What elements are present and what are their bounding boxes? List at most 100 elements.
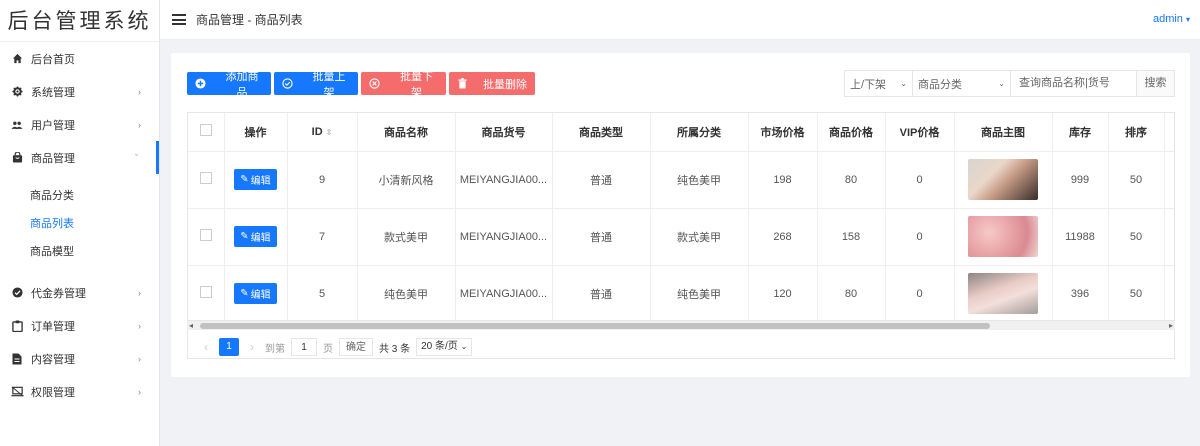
- cell-category: 款式美甲: [650, 208, 749, 266]
- submenu-item-category[interactable]: 商品分类: [0, 182, 159, 210]
- product-thumbnail[interactable]: [968, 159, 1038, 200]
- column-header: 商品主图: [954, 113, 1053, 152]
- cell-vip-price: 0: [885, 151, 955, 209]
- table-row: ✎ 编辑 7 款式美甲 MEIYANGJIA00... 普通 款式美甲 268 1…: [188, 208, 1174, 266]
- scroll-left-icon[interactable]: ◂: [189, 321, 193, 330]
- sidebar-item-orders[interactable]: 订单管理 ›: [0, 309, 159, 342]
- add-product-button[interactable]: 添加商品: [187, 71, 271, 99]
- edit-button[interactable]: ✎ 编辑: [234, 283, 277, 304]
- user-menu[interactable]: admin ▾: [1153, 13, 1190, 25]
- batch-delete-button[interactable]: 批量删除: [449, 72, 535, 95]
- cell-stock: 999: [1052, 151, 1109, 209]
- caret-down-icon: ▾: [1185, 15, 1190, 24]
- users-icon: [9, 117, 25, 133]
- laptop-off-icon: [9, 384, 25, 400]
- submenu-item-product-list[interactable]: 商品列表: [0, 210, 159, 238]
- chevron-right-icon: ›: [138, 320, 141, 331]
- select-all-cell: [188, 113, 225, 152]
- column-header-label: ID: [311, 125, 323, 138]
- edit-button[interactable]: ✎ 编辑: [234, 169, 277, 190]
- scroll-right-icon[interactable]: ▸: [1169, 321, 1173, 330]
- cell-id: 9: [287, 151, 358, 209]
- sidebar-item-system[interactable]: 系统管理 ›: [0, 75, 159, 108]
- batch-off-shelf-label: 批量下架: [400, 70, 433, 99]
- cell-image: [954, 151, 1053, 209]
- close-circle-icon: [361, 72, 387, 95]
- main-panel: 添加商品 批量上架 批量下架 批量删除 上/下架 ⌄ 商品分类 ⌄ 查询商品名称…: [171, 53, 1190, 377]
- product-thumbnail[interactable]: [968, 216, 1038, 257]
- sidebar-item-products[interactable]: 商品管理 ˇ: [0, 141, 159, 174]
- cell-sort: 50: [1108, 208, 1165, 266]
- search-button[interactable]: 搜索: [1137, 71, 1174, 96]
- column-header-extra: [1164, 113, 1174, 152]
- goto-confirm-button[interactable]: 确定: [339, 338, 373, 356]
- search-input[interactable]: 查询商品名称|货号: [1011, 71, 1137, 96]
- row-select-cell: [188, 265, 225, 323]
- goto-label: 到第: [265, 343, 285, 355]
- product-thumbnail[interactable]: [968, 273, 1038, 314]
- cell-name: 小清新风格: [357, 151, 456, 209]
- sidebar-item-label: 用户管理: [31, 119, 75, 132]
- sidebar-item-vouchers[interactable]: 代金券管理 ›: [0, 276, 159, 309]
- batch-on-shelf-button[interactable]: 批量上架: [274, 71, 358, 99]
- row-checkbox[interactable]: [199, 172, 212, 184]
- prev-page-icon[interactable]: ‹: [199, 340, 213, 354]
- category-select[interactable]: 商品分类 ⌄: [913, 71, 1011, 96]
- column-header: 所属分类: [650, 113, 749, 152]
- goto-page-input[interactable]: 1: [291, 338, 317, 356]
- chevron-right-icon: ›: [138, 86, 141, 97]
- column-header: 库存: [1052, 113, 1109, 152]
- sidebar-item-label: 商品管理: [31, 152, 75, 165]
- column-header: 市场价格: [748, 113, 818, 152]
- page-size-value: 20 条/页: [421, 341, 458, 352]
- row-actions-cell: ✎ 编辑: [224, 265, 288, 323]
- menu-toggle-icon[interactable]: [172, 14, 186, 25]
- sidebar-item-label: 订单管理: [31, 320, 75, 333]
- status-select[interactable]: 上/下架 ⌄: [845, 71, 913, 96]
- sidebar-item-content[interactable]: 内容管理 ›: [0, 342, 159, 375]
- sort-icon[interactable]: ⇳: [326, 128, 333, 137]
- column-header: 商品名称: [357, 113, 456, 152]
- row-actions-cell: ✎ 编辑: [224, 208, 288, 266]
- horizontal-scrollbar[interactable]: ◂ ▸: [187, 320, 1175, 330]
- sidebar-item-permissions[interactable]: 权限管理 ›: [0, 375, 159, 408]
- page-size-select[interactable]: 20 条/页 ⌄: [416, 338, 473, 356]
- sidebar-item-users[interactable]: 用户管理 ›: [0, 108, 159, 141]
- scrollbar-thumb[interactable]: [200, 323, 990, 329]
- row-checkbox[interactable]: [199, 229, 212, 241]
- cell-id: 5: [287, 265, 358, 323]
- chevron-right-icon: ›: [138, 119, 141, 130]
- table-row: ✎ 编辑 5 纯色美甲 MEIYANGJIA00... 普通 纯色美甲 120 8…: [188, 265, 1174, 323]
- cell-name: 纯色美甲: [357, 265, 456, 323]
- top-header: 商品管理 - 商品列表 admin ▾: [160, 0, 1200, 40]
- edit-button[interactable]: ✎ 编辑: [234, 226, 277, 247]
- next-page-icon[interactable]: ›: [245, 340, 259, 354]
- column-header: 操作: [224, 113, 288, 152]
- chevron-down-icon: ˇ: [135, 152, 138, 163]
- batch-on-shelf-label: 批量上架: [312, 70, 346, 99]
- edit-label: 编辑: [250, 290, 271, 301]
- sidebar-item-label: 内容管理: [31, 353, 75, 366]
- column-header: 商品类型: [552, 113, 651, 152]
- page-number-current[interactable]: 1: [219, 338, 239, 356]
- chevron-right-icon: ›: [138, 287, 141, 298]
- category-select-value: 商品分类: [918, 78, 962, 91]
- column-header-id[interactable]: ID ⇳: [287, 113, 358, 152]
- cell-category: 纯色美甲: [650, 265, 749, 323]
- products-submenu: 商品分类 商品列表 商品模型: [0, 174, 159, 276]
- submenu-item-product-model[interactable]: 商品模型: [0, 238, 159, 266]
- sidebar: 后台管理系统 后台首页 系统管理 › 用户管理 › 商品管理 ˇ 商品分类 商品…: [0, 0, 160, 446]
- row-checkbox[interactable]: [199, 286, 212, 298]
- chevron-right-icon: ›: [138, 386, 141, 397]
- row-actions-cell: ✎ 编辑: [224, 151, 288, 209]
- document-icon: [9, 351, 25, 367]
- batch-off-shelf-button[interactable]: 批量下架: [361, 71, 446, 99]
- cell-sort: 50: [1108, 265, 1165, 323]
- sidebar-item-label: 后台首页: [31, 53, 75, 66]
- cell-price: 158: [817, 208, 886, 266]
- cell-price: 80: [817, 265, 886, 323]
- sidebar-item-home[interactable]: 后台首页: [0, 42, 159, 75]
- app-logo: 后台管理系统: [0, 0, 159, 42]
- select-all-checkbox[interactable]: [199, 124, 212, 137]
- cell-image: [954, 208, 1053, 266]
